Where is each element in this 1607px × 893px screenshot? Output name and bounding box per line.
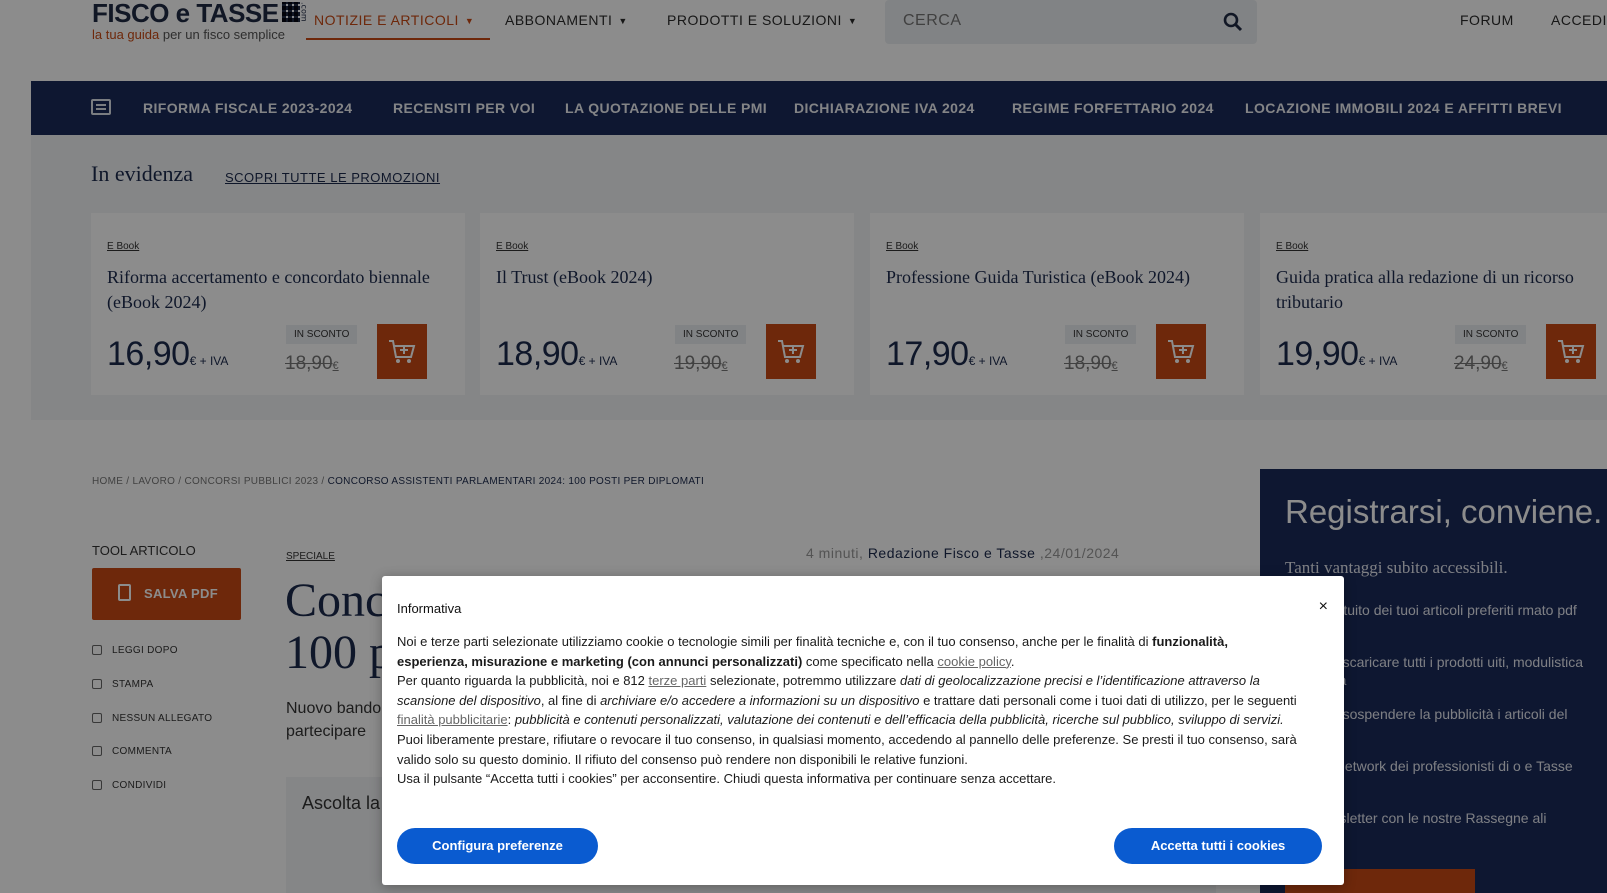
- cookie-dialog-title: Informativa: [397, 601, 462, 616]
- cookie-dialog-text: Noi e terze parti selezionate utilizziam…: [397, 632, 1297, 789]
- cookie-paragraph: Per quanto riguarda la pubblicità, noi e…: [397, 673, 1297, 728]
- configure-preferences-button[interactable]: Configura preferenze: [397, 828, 598, 864]
- cookie-policy-link[interactable]: cookie policy: [937, 654, 1010, 669]
- accept-all-cookies-button[interactable]: Accetta tutti i cookies: [1114, 828, 1322, 864]
- cookie-paragraph: Noi e terze parti selezionate utilizziam…: [397, 634, 1228, 669]
- ad-purposes-link[interactable]: finalità pubblicitarie: [397, 712, 508, 727]
- cookie-paragraph: Puoi liberamente prestare, rifiutare o r…: [397, 731, 1297, 767]
- close-icon[interactable]: ×: [1319, 598, 1328, 616]
- third-parties-link[interactable]: terze parti: [649, 673, 707, 688]
- cookie-paragraph: Usa il pulsante “Accetta tutti i cookies…: [397, 771, 1057, 787]
- cookie-consent-dialog: Informativa × Noi e terze parti selezion…: [382, 576, 1344, 885]
